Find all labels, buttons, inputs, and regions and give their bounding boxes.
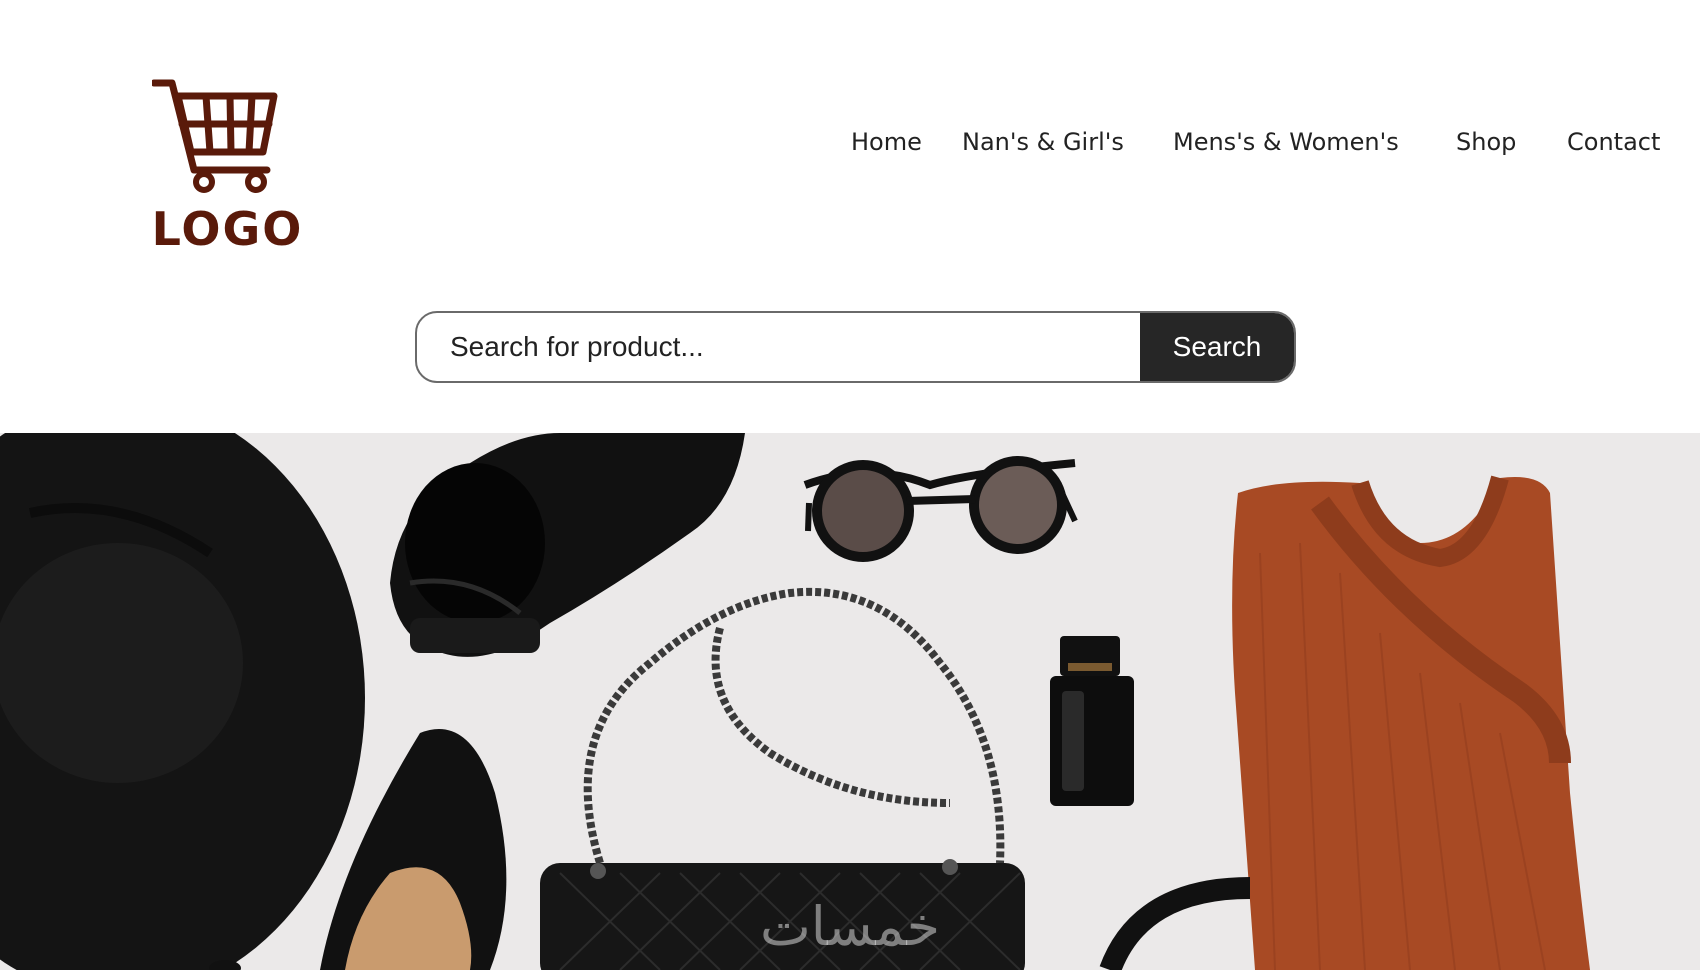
sweater-image (1232, 475, 1590, 970)
logo-text: LOGO (151, 202, 304, 256)
nav-nans-girls[interactable]: Nan's & Girl's (962, 128, 1124, 156)
nav-shop[interactable]: Shop (1456, 128, 1516, 156)
nav-home[interactable]: Home (851, 128, 922, 156)
site-header: LOGO Home Nan's & Girl's Mens's & Women'… (0, 0, 1700, 433)
search-button[interactable]: Search (1140, 313, 1294, 381)
site-logo[interactable]: LOGO (140, 78, 315, 258)
nav-contact[interactable]: Contact (1567, 128, 1660, 156)
watermark-text: خمسات (759, 895, 941, 958)
search-input[interactable] (417, 313, 1140, 381)
hero-image (0, 433, 1700, 970)
nav-mens-womens[interactable]: Mens's & Women's (1173, 128, 1399, 156)
hero-banner: خمسات (0, 433, 1700, 970)
main-nav: Home Nan's & Girl's Mens's & Women's Sho… (0, 128, 1700, 168)
search-bar: Search (415, 311, 1296, 383)
